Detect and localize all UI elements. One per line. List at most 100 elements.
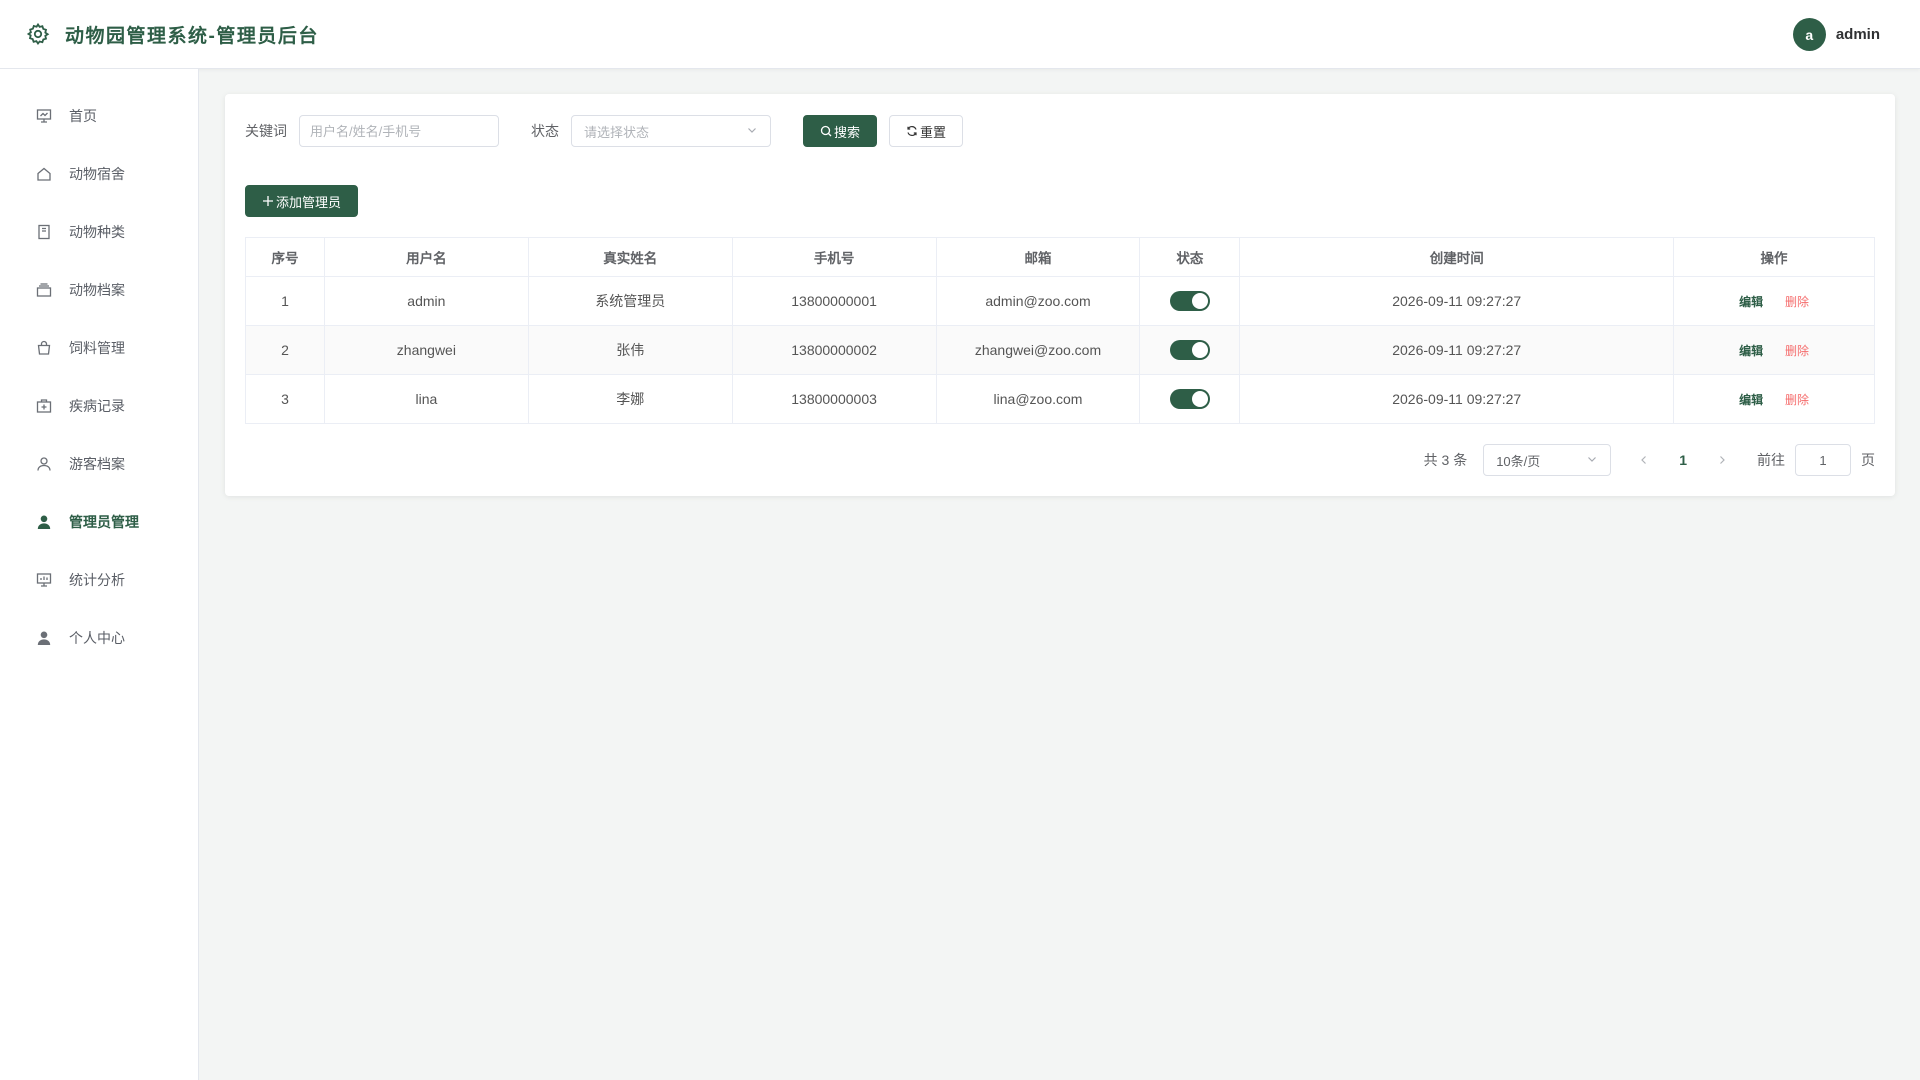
status-toggle[interactable] bbox=[1169, 340, 1210, 360]
user-icon bbox=[35, 455, 53, 473]
cell-created: 2026-09-11 09:27:27 bbox=[1239, 276, 1675, 326]
sidebar-item-label: 动物宿舍 bbox=[69, 166, 125, 182]
sidebar-item-label: 动物档案 bbox=[69, 282, 125, 298]
sidebar-item-label: 统计分析 bbox=[69, 572, 125, 588]
status-label: 状态 bbox=[531, 123, 559, 139]
sidebar: 首页 动物宿舍 动物种类 动物档案 饲料管理 疾病记录 游客档案 管理员管理 统… bbox=[0, 69, 199, 1080]
cell-realname: 李娜 bbox=[527, 374, 733, 424]
status-toggle[interactable] bbox=[1169, 389, 1210, 409]
cell-phone: 13800000002 bbox=[731, 325, 937, 375]
sidebar-item-label: 饲料管理 bbox=[69, 340, 125, 356]
chevron-left-icon[interactable] bbox=[1639, 452, 1649, 468]
sidebar-item-archives[interactable]: 动物档案 bbox=[0, 261, 198, 319]
cell-index: 2 bbox=[245, 325, 325, 375]
notebook-icon bbox=[35, 223, 53, 241]
bag-icon bbox=[35, 339, 53, 357]
cell-username: admin bbox=[323, 276, 529, 326]
delete-link[interactable]: 删除 bbox=[1785, 295, 1809, 309]
sidebar-item-admins[interactable]: 管理员管理 bbox=[0, 493, 198, 551]
data-board-icon bbox=[35, 571, 53, 589]
keyword-input[interactable] bbox=[299, 115, 499, 147]
cell-status bbox=[1139, 276, 1241, 326]
cell-created: 2026-09-11 09:27:27 bbox=[1239, 374, 1675, 424]
delete-link[interactable]: 删除 bbox=[1785, 344, 1809, 358]
column-header: 状态 bbox=[1139, 237, 1241, 277]
cell-index: 1 bbox=[245, 276, 325, 326]
username-label[interactable]: admin bbox=[1836, 26, 1880, 43]
page-size-value: 10条/页 bbox=[1496, 453, 1541, 469]
plus-icon bbox=[262, 195, 274, 207]
page-size-select[interactable]: 10条/页 bbox=[1483, 444, 1612, 476]
cell-realname: 张伟 bbox=[527, 325, 733, 375]
pagination: 共 3 条 10条/页 1 前往 1 页 bbox=[1424, 444, 1875, 476]
search-button[interactable]: 搜索 bbox=[803, 115, 877, 147]
column-header: 操作 bbox=[1673, 237, 1875, 277]
table-row: 1 admin 系统管理员 13800000001 admin@zoo.com … bbox=[245, 276, 1875, 326]
gear-icon bbox=[25, 21, 51, 47]
cell-status bbox=[1139, 374, 1241, 424]
reset-button[interactable]: 重置 bbox=[889, 115, 963, 147]
column-header: 用户名 bbox=[323, 237, 529, 277]
edit-link[interactable]: 编辑 bbox=[1739, 295, 1763, 309]
column-header: 序号 bbox=[245, 237, 325, 277]
sidebar-item-profile[interactable]: 个人中心 bbox=[0, 609, 198, 667]
chevron-right-icon[interactable] bbox=[1717, 452, 1727, 468]
reset-button-label: 重置 bbox=[919, 124, 946, 140]
admin-list-card: 关键词 状态 请选择状态 搜索 重置 添加管理员 bbox=[225, 94, 1895, 496]
refresh-icon bbox=[906, 125, 918, 137]
sidebar-item-disease[interactable]: 疾病记录 bbox=[0, 377, 198, 435]
edit-link[interactable]: 编辑 bbox=[1739, 344, 1763, 358]
status-select[interactable]: 请选择状态 bbox=[571, 115, 771, 147]
chevron-down-icon bbox=[1586, 453, 1598, 468]
admin-table: 序号 用户名 真实姓名 手机号 邮箱 状态 创建时间 操作 1 admin 系统… bbox=[245, 237, 1875, 424]
goto-page-input[interactable]: 1 bbox=[1795, 444, 1851, 476]
column-header: 手机号 bbox=[731, 237, 937, 277]
sidebar-item-home[interactable]: 首页 bbox=[0, 87, 198, 145]
page-number-current[interactable]: 1 bbox=[1679, 452, 1687, 468]
column-header: 真实姓名 bbox=[527, 237, 733, 277]
table-row: 2 zhangwei 张伟 13800000002 zhangwei@zoo.c… bbox=[245, 325, 1875, 375]
status-select-placeholder: 请选择状态 bbox=[584, 124, 650, 140]
cell-actions: 编辑 删除 bbox=[1673, 325, 1875, 375]
sidebar-item-dormitory[interactable]: 动物宿舍 bbox=[0, 145, 198, 203]
sidebar-item-label: 疾病记录 bbox=[69, 398, 125, 414]
user-menu[interactable]: a admin bbox=[1792, 18, 1880, 51]
sidebar-item-label: 游客档案 bbox=[69, 456, 125, 472]
search-button-label: 搜索 bbox=[833, 124, 860, 140]
archive-icon bbox=[35, 281, 53, 299]
edit-link[interactable]: 编辑 bbox=[1739, 393, 1763, 407]
sidebar-item-label: 首页 bbox=[69, 108, 97, 124]
sidebar-item-label: 管理员管理 bbox=[69, 514, 139, 530]
sidebar-item-visitors[interactable]: 游客档案 bbox=[0, 435, 198, 493]
sidebar-item-label: 动物种类 bbox=[69, 224, 125, 240]
cell-actions: 编辑 删除 bbox=[1673, 276, 1875, 326]
goto-label: 前往 bbox=[1757, 452, 1785, 468]
sidebar-item-species[interactable]: 动物种类 bbox=[0, 203, 198, 261]
status-toggle[interactable] bbox=[1169, 291, 1210, 311]
first-aid-icon bbox=[35, 397, 53, 415]
cell-actions: 编辑 删除 bbox=[1673, 374, 1875, 424]
dashboard-icon bbox=[35, 107, 53, 125]
keyword-label: 关键词 bbox=[245, 123, 287, 139]
add-admin-button[interactable]: 添加管理员 bbox=[245, 185, 359, 217]
search-form: 关键词 状态 请选择状态 搜索 重置 bbox=[245, 115, 963, 147]
cell-username: lina bbox=[323, 374, 529, 424]
user-filled-icon bbox=[35, 629, 53, 647]
table-row: 3 lina 李娜 13800000003 lina@zoo.com 2026-… bbox=[245, 374, 1875, 424]
sidebar-item-statistics[interactable]: 统计分析 bbox=[0, 551, 198, 609]
total-count: 共 3 条 bbox=[1423, 452, 1468, 468]
cell-email: zhangwei@zoo.com bbox=[935, 325, 1141, 375]
cell-username: zhangwei bbox=[323, 325, 529, 375]
column-header: 创建时间 bbox=[1239, 237, 1675, 277]
delete-link[interactable]: 删除 bbox=[1785, 393, 1809, 407]
page-suffix: 页 bbox=[1861, 452, 1875, 468]
cell-created: 2026-09-11 09:27:27 bbox=[1239, 325, 1675, 375]
cell-email: admin@zoo.com bbox=[935, 276, 1141, 326]
cell-email: lina@zoo.com bbox=[935, 374, 1141, 424]
sidebar-item-feed[interactable]: 饲料管理 bbox=[0, 319, 198, 377]
cell-phone: 13800000001 bbox=[731, 276, 937, 326]
cell-phone: 13800000003 bbox=[731, 374, 937, 424]
search-icon bbox=[820, 125, 832, 137]
app-title: 动物园管理系统-管理员后台 bbox=[65, 25, 319, 47]
avatar[interactable]: a bbox=[1792, 18, 1826, 51]
